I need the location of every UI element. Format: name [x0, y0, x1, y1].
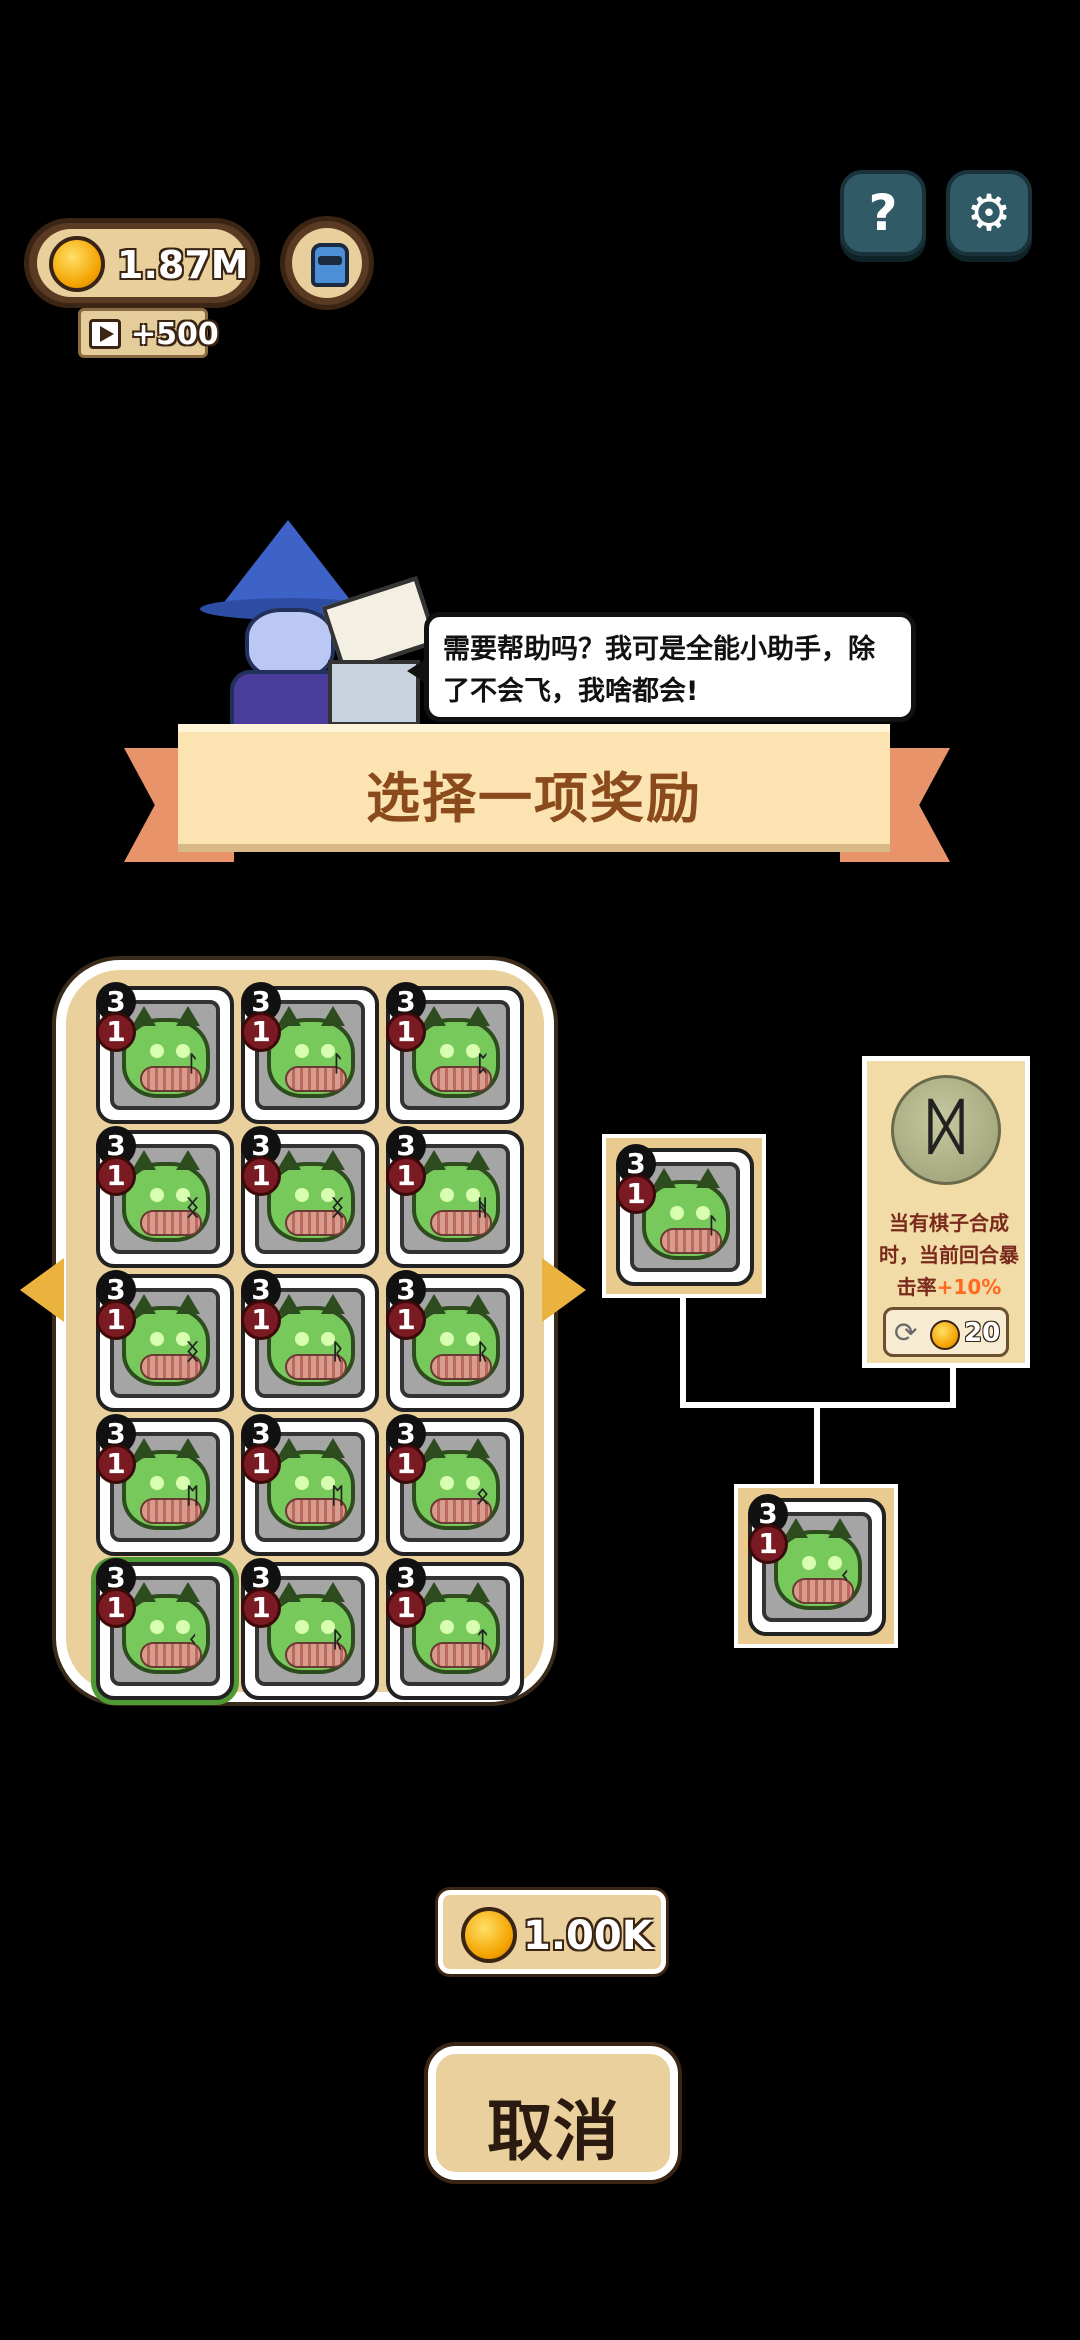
tree-connector	[680, 1298, 686, 1408]
star-badge: 1	[96, 1588, 136, 1628]
coin-balance-value: 1.87M	[117, 243, 249, 287]
star-badge: 1	[386, 1156, 426, 1196]
rune-glyph: ᛝ	[186, 1340, 200, 1365]
help-button[interactable]: ?	[840, 170, 926, 256]
rune-glyph: ᚻ	[476, 1196, 490, 1221]
merge-source-card[interactable]: ᛚ 3 1	[602, 1134, 766, 1298]
reward-card[interactable]: ᛝ31	[96, 1270, 234, 1412]
cancel-button[interactable]: 取消	[428, 2046, 678, 2180]
price-display: 1.00K	[438, 1890, 666, 1974]
star-badge: 1	[241, 1300, 281, 1340]
reward-card[interactable]: ᛈ31	[386, 982, 524, 1124]
next-page-arrow-icon[interactable]	[542, 1258, 586, 1322]
prev-page-arrow-icon[interactable]	[20, 1258, 64, 1322]
star-badge: 1	[386, 1012, 426, 1052]
rune-info-card: ᛞ 当有棋子合成时，当前回合暴击率+10% ⟳ 20	[862, 1056, 1030, 1368]
star-badge: 1	[616, 1174, 656, 1214]
helper-speech-text: 需要帮助吗？我可是全能小助手，除了不会飞，我啥都会!	[443, 634, 875, 707]
helper-speech-bubble: 需要帮助吗？我可是全能小助手，除了不会飞，我啥都会!	[407, 612, 916, 722]
rune-bonus-percent: +10%	[936, 1275, 1002, 1299]
refresh-button[interactable]: ⟳ 20	[883, 1307, 1009, 1357]
star-badge: 1	[96, 1300, 136, 1340]
star-badge: 1	[386, 1444, 426, 1484]
star-badge: 1	[96, 1012, 136, 1052]
piece-card: ᛚ 3 1	[616, 1144, 754, 1286]
rune-glyph: ᛖ	[186, 1484, 200, 1509]
rune-glyph: ᛖ	[331, 1484, 345, 1509]
reward-card[interactable]: ᚱ31	[241, 1558, 379, 1700]
play-icon	[89, 319, 121, 349]
reward-card[interactable]: ᛚ31	[96, 982, 234, 1124]
ad-reward-button[interactable]: +500	[78, 308, 219, 358]
rune-description: 当有棋子合成时，当前回合暴击率+10%	[875, 1207, 1023, 1303]
star-badge: 1	[386, 1588, 426, 1628]
rune-glyph: ᛟ	[476, 1484, 490, 1509]
reward-grid: ᛚ31ᛚ31ᛈ31ᛝ31ᛝ31ᚻ31ᛝ31ᚱ31ᚱ31ᛖ31ᛖ31ᛟ31ᚲ31ᚱ…	[96, 982, 524, 1700]
coin-balance: 1.87M	[24, 218, 260, 308]
tree-connector	[950, 1364, 956, 1408]
reward-card[interactable]: ᛏ31	[386, 1558, 524, 1700]
rune-glyph: ᚱ	[331, 1628, 345, 1653]
refresh-cost: 20	[964, 1318, 1001, 1348]
star-badge: 1	[96, 1156, 136, 1196]
rune-glyph: ᛏ	[476, 1628, 490, 1653]
rune-glyph: ᛈ	[476, 1052, 490, 1077]
reward-card[interactable]: ᛚ31	[241, 982, 379, 1124]
question-icon: ?	[868, 184, 898, 242]
rune-glyph: ᛝ	[331, 1196, 345, 1221]
settings-button[interactable]: ⚙	[946, 170, 1032, 256]
star-badge: 1	[241, 1012, 281, 1052]
star-badge: 1	[241, 1588, 281, 1628]
coin-icon	[930, 1320, 960, 1350]
rune-disc: ᛞ	[891, 1075, 1001, 1185]
coin-icon	[49, 236, 105, 292]
helper-witch	[200, 520, 439, 728]
price-value: 1.00K	[523, 1913, 653, 1959]
reward-panel: ᛚ31ᛚ31ᛈ31ᛝ31ᛝ31ᚻ31ᛝ31ᚱ31ᚱ31ᛖ31ᛖ31ᛟ31ᚲ31ᚱ…	[56, 960, 554, 1702]
rune-glyph: ᚲ	[838, 1564, 852, 1589]
rune-glyph: ᚲ	[186, 1628, 200, 1653]
piece-card: ᚲ 3 1	[748, 1494, 886, 1636]
reward-card[interactable]: ᚱ31	[386, 1270, 524, 1412]
star-badge: 1	[241, 1156, 281, 1196]
reward-card[interactable]: ᛟ31	[386, 1414, 524, 1556]
title-ribbon: 选择一项奖励	[178, 724, 890, 852]
reward-card[interactable]: ᛝ31	[96, 1126, 234, 1268]
rune-glyph: ᛝ	[186, 1196, 200, 1221]
rune-glyph: ᚱ	[476, 1340, 490, 1365]
reward-card[interactable]: ᛝ31	[241, 1126, 379, 1268]
robot-icon	[311, 243, 349, 287]
reward-card[interactable]: ᚻ31	[386, 1126, 524, 1268]
rune-glyph: ᛞ	[928, 1092, 964, 1162]
rune-glyph: ᛚ	[186, 1052, 200, 1077]
page-title: 选择一项奖励	[366, 767, 702, 830]
gear-icon: ⚙	[966, 184, 1012, 242]
coin-icon	[461, 1907, 517, 1963]
tree-connector	[814, 1402, 820, 1486]
star-badge: 1	[241, 1444, 281, 1484]
robot-button[interactable]	[280, 216, 374, 310]
reward-card[interactable]: ᛖ31	[241, 1414, 379, 1556]
refresh-icon: ⟳	[894, 1316, 918, 1349]
reward-card[interactable]: ᚲ31	[96, 1558, 234, 1700]
cancel-label: 取消	[487, 2093, 619, 2170]
reward-card[interactable]: ᛖ31	[96, 1414, 234, 1556]
rune-glyph: ᚱ	[331, 1340, 345, 1365]
reward-card[interactable]: ᚱ31	[241, 1270, 379, 1412]
rune-glyph: ᛚ	[706, 1214, 720, 1239]
merge-result-card[interactable]: ᚲ 3 1	[734, 1484, 898, 1648]
ad-reward-value: +500	[131, 317, 219, 352]
star-badge: 1	[748, 1524, 788, 1564]
rune-glyph: ᛚ	[331, 1052, 345, 1077]
star-badge: 1	[96, 1444, 136, 1484]
star-badge: 1	[386, 1300, 426, 1340]
